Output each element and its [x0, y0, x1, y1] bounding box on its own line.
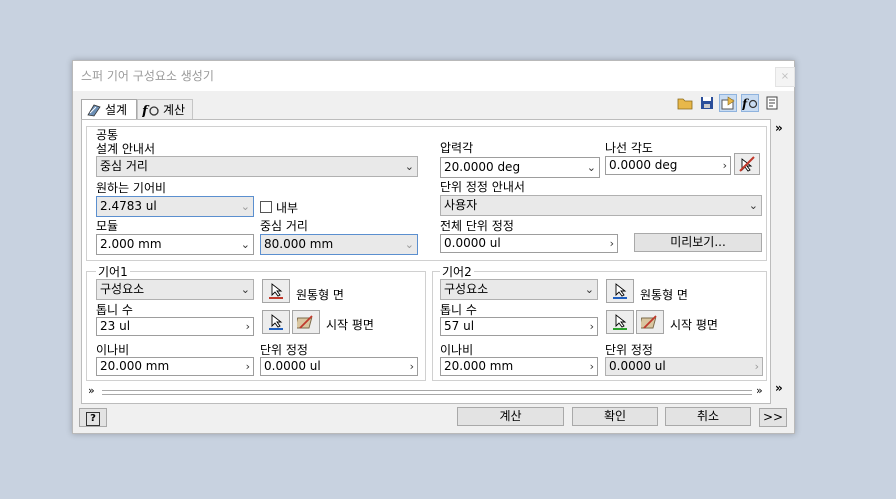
expand-down-icon[interactable]: » — [88, 384, 95, 397]
internal-checkbox[interactable] — [260, 201, 272, 213]
gear1-start-plane-label: 시작 평면 — [326, 318, 374, 332]
gear1-start-plane-flip-button[interactable] — [292, 310, 320, 334]
design-panel: 공통 설계 안내서 중심 거리 ⌄ 압력각 20.0000 deg ⌄ 나선 각도 … — [81, 119, 771, 404]
gear1-group-label: 기어1 — [96, 263, 130, 280]
tab-design[interactable]: 설계 — [81, 99, 137, 119]
splitter-line — [102, 390, 752, 395]
helix-angle-input[interactable]: 0.0000 deg › — [605, 156, 731, 175]
section-splitter[interactable]: » » — [86, 384, 767, 398]
gear2-cylinder-face-label: 원통형 면 — [640, 288, 688, 302]
gear2-type-select[interactable]: 구성요소 ⌄ — [440, 279, 598, 300]
center-distance-label: 중심 거리 — [260, 219, 308, 233]
chevron-right-icon: › — [245, 320, 250, 333]
collapse-icon[interactable]: » — [756, 384, 763, 397]
total-unit-correction-label: 전체 단위 정정 — [440, 219, 514, 233]
open-file-icon[interactable] — [676, 94, 694, 112]
gear1-teeth-input[interactable]: 23 ul › — [96, 317, 254, 336]
chevron-down-icon: ⌄ — [404, 238, 414, 251]
flip-direction-icon — [297, 315, 313, 329]
chevron-right-icon: › — [722, 159, 727, 172]
pick-arrow-icon — [269, 314, 283, 330]
gear-generator-dialog: 스퍼 기어 구성요소 생성기 × 설계 f 계산 f 공통 설계 안내서 중심 … — [72, 60, 795, 434]
chevron-down-icon: ⌄ — [584, 283, 594, 296]
formula-icon: f — [142, 104, 159, 117]
helix-angle-label: 나선 각도 — [605, 141, 653, 155]
title-bar: 스퍼 기어 구성요소 생성기 × — [73, 61, 795, 91]
tab-design-label: 설계 — [105, 103, 128, 117]
save-icon[interactable] — [698, 94, 716, 112]
gear2-face-width-label: 이나비 — [440, 343, 474, 357]
chevron-down-icon: ⌄ — [240, 200, 250, 213]
help-button[interactable]: ? — [79, 408, 107, 427]
gear2-cylinder-face-button[interactable] — [606, 279, 634, 303]
svg-text:f: f — [742, 97, 749, 110]
expand-right-top-icon[interactable]: » — [775, 121, 783, 135]
chevron-right-icon: › — [589, 320, 594, 333]
gear2-start-plane-pick-button[interactable] — [606, 310, 634, 334]
help-icon: ? — [86, 412, 100, 426]
settings-icon[interactable] — [719, 94, 737, 112]
gear1-cylinder-face-label: 원통형 면 — [296, 288, 344, 302]
helix-direction-button[interactable] — [734, 153, 760, 175]
module-select[interactable]: 2.000 mm ⌄ — [96, 234, 254, 255]
chevron-down-icon: ⌄ — [240, 238, 250, 251]
gear1-face-width-input[interactable]: 20.000 mm › — [96, 357, 254, 376]
chevron-right-icon: › — [754, 360, 759, 373]
flip-direction-icon — [641, 315, 657, 329]
gear1-unit-correction-label: 단위 정정 — [260, 343, 308, 357]
more-button[interactable]: >> — [759, 408, 787, 427]
gear2-start-plane-flip-button[interactable] — [636, 310, 664, 334]
pick-arrow-icon — [613, 314, 627, 330]
chevron-right-icon: › — [589, 360, 594, 373]
window-title: 스퍼 기어 구성요소 생성기 — [81, 69, 214, 83]
formula-toolbar-icon[interactable]: f — [741, 94, 759, 112]
design-guide-label: 설계 안내서 — [96, 142, 156, 156]
gear1-start-plane-pick-button[interactable] — [262, 310, 290, 334]
chevron-down-icon: ⌄ — [586, 161, 596, 174]
gear2-face-width-input[interactable]: 20.000 mm › — [440, 357, 598, 376]
center-distance-select[interactable]: 80.000 mm ⌄ — [260, 234, 418, 255]
gear1-type-select[interactable]: 구성요소 ⌄ — [96, 279, 254, 300]
expand-right-bottom-icon[interactable]: » — [775, 381, 783, 395]
preview-button[interactable]: 미리보기... — [634, 233, 762, 252]
gear1-face-width-label: 이나비 — [96, 343, 130, 357]
gear1-unit-correction-input[interactable]: 0.0000 ul › — [260, 357, 418, 376]
pick-arrow-icon — [739, 156, 755, 172]
design-guide-select[interactable]: 중심 거리 ⌄ — [96, 156, 418, 177]
unit-correction-guide-select[interactable]: 사용자 ⌄ — [440, 195, 762, 216]
gear1-cylinder-face-button[interactable] — [262, 279, 290, 303]
pressure-angle-select[interactable]: 20.0000 deg ⌄ — [440, 157, 600, 178]
ok-button[interactable]: 확인 — [572, 407, 658, 426]
gear2-unit-correction-input[interactable]: 0.0000 ul › — [605, 357, 763, 376]
svg-text:f: f — [142, 104, 150, 117]
gear2-group-label: 기어2 — [440, 263, 474, 280]
gear2-teeth-label: 톱니 수 — [440, 303, 477, 317]
gear2-start-plane-label: 시작 평면 — [670, 318, 718, 332]
chevron-down-icon: ⌄ — [240, 283, 250, 296]
gear2-unit-correction-label: 단위 정정 — [605, 343, 653, 357]
chevron-right-icon: › — [609, 237, 614, 250]
gear1-teeth-label: 톱니 수 — [96, 303, 133, 317]
total-unit-correction-input[interactable]: 0.0000 ul › — [440, 234, 618, 253]
tab-calculation-label: 계산 — [163, 103, 186, 117]
calculate-button[interactable]: 계산 — [457, 407, 564, 426]
tab-calculation[interactable]: f 계산 — [137, 99, 193, 119]
desired-ratio-label: 원하는 기어비 — [96, 181, 167, 195]
report-icon[interactable] — [763, 94, 781, 112]
unit-correction-guide-label: 단위 정정 안내서 — [440, 180, 525, 194]
gear-design-icon — [87, 104, 101, 116]
chevron-down-icon: ⌄ — [748, 199, 758, 212]
internal-label: 내부 — [276, 201, 299, 215]
gear2-teeth-input[interactable]: 57 ul › — [440, 317, 598, 336]
close-button[interactable]: × — [775, 67, 795, 87]
module-label: 모듈 — [96, 219, 119, 233]
chevron-down-icon: ⌄ — [404, 160, 414, 173]
desired-ratio-select[interactable]: 2.4783 ul ⌄ — [96, 196, 254, 217]
pick-arrow-icon — [613, 283, 627, 299]
cancel-button[interactable]: 취소 — [665, 407, 751, 426]
pick-arrow-icon — [269, 283, 283, 299]
chevron-right-icon: › — [409, 360, 414, 373]
chevron-right-icon: › — [245, 360, 250, 373]
pressure-angle-label: 압력각 — [440, 141, 474, 155]
